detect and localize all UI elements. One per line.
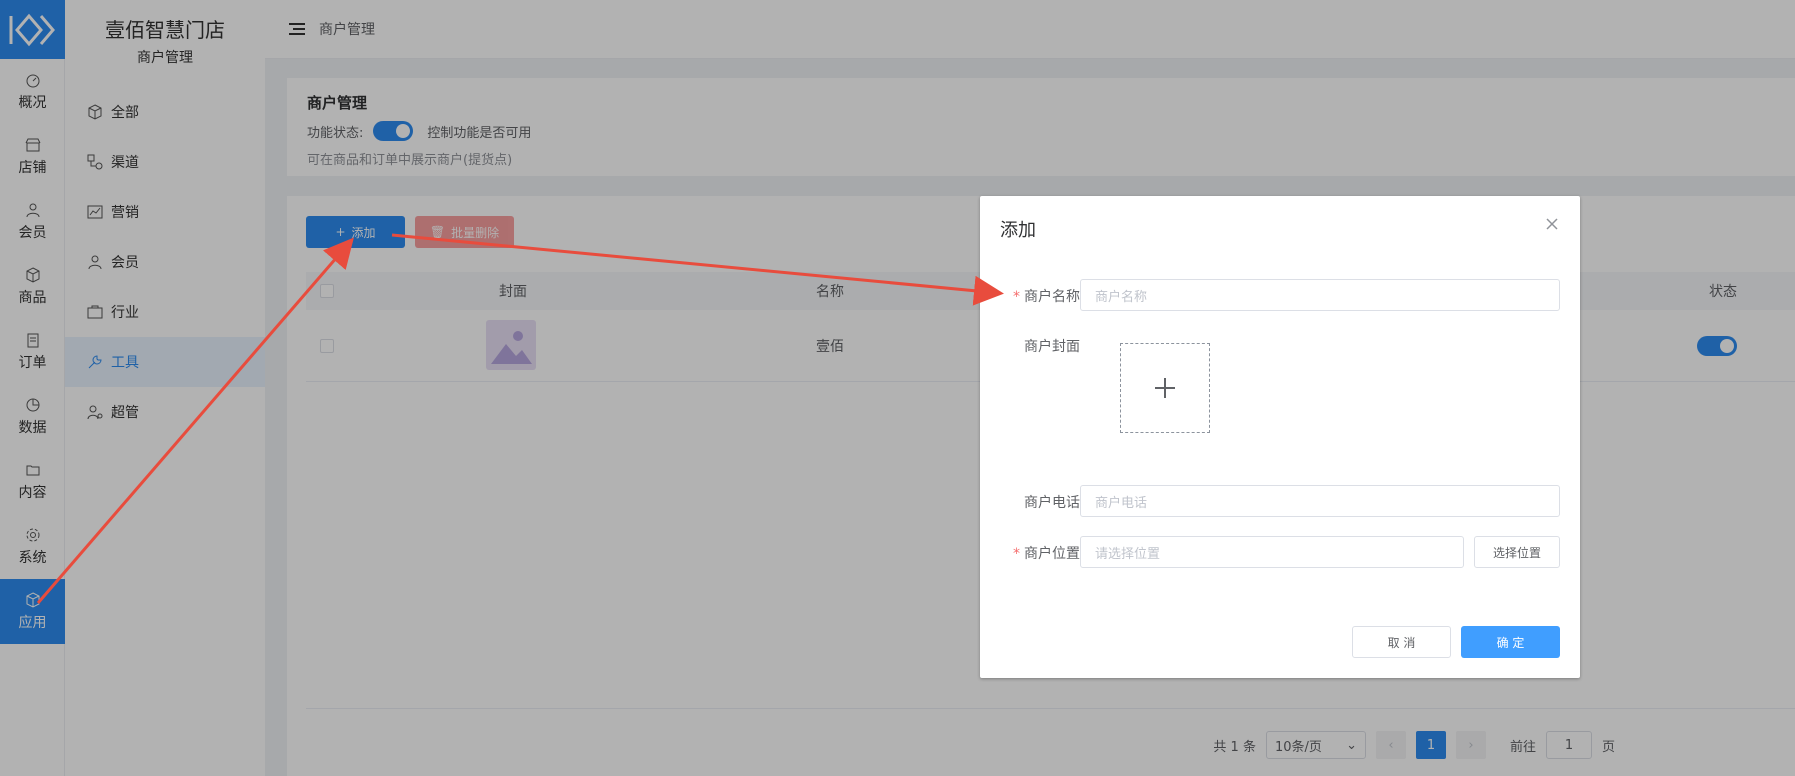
add-merchant-dialog: 添加 * 商户名称 商户名称 商户封面 商户电话 商户电话 * 商户位置 请选择位置…	[980, 196, 1580, 678]
merchant-location-label: * 商户位置	[1013, 546, 1080, 562]
dialog-title: 添加	[1000, 220, 1036, 241]
merchant-phone-input[interactable]: 商户电话	[1080, 485, 1560, 517]
confirm-button[interactable]: 确 定	[1461, 626, 1560, 658]
merchant-name-label: * 商户名称	[1013, 289, 1080, 305]
pick-location-button[interactable]: 选择位置	[1474, 536, 1560, 568]
merchant-name-input[interactable]: 商户名称	[1080, 279, 1560, 311]
cover-upload[interactable]	[1120, 343, 1210, 433]
merchant-phone-label: 商户电话	[1024, 495, 1080, 511]
close-icon[interactable]	[1544, 216, 1560, 232]
plus-icon	[1155, 378, 1175, 398]
merchant-cover-label: 商户封面	[1024, 339, 1080, 355]
merchant-location-input[interactable]: 请选择位置	[1080, 536, 1464, 568]
cancel-button[interactable]: 取 消	[1352, 626, 1451, 658]
